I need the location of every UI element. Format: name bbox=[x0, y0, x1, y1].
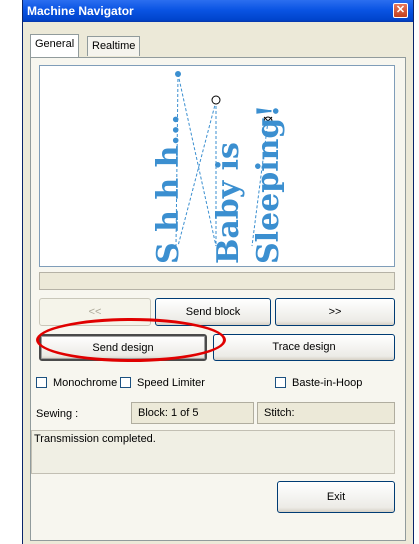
checkbox-box[interactable] bbox=[275, 377, 286, 388]
trace-design-button[interactable]: Trace design bbox=[213, 334, 395, 361]
needle-position-marker bbox=[211, 95, 221, 105]
close-icon: ✕ bbox=[395, 4, 406, 16]
design-text-line-3: Sleeping! bbox=[251, 104, 286, 264]
monochrome-checkbox[interactable]: Monochrome bbox=[36, 377, 117, 391]
block-counter: Block: 1 of 5 bbox=[131, 402, 254, 424]
speed-limiter-label: Speed Limiter bbox=[137, 377, 205, 389]
close-button[interactable]: ✕ bbox=[393, 3, 408, 18]
monochrome-label: Monochrome bbox=[53, 377, 118, 389]
general-tab-panel: S h h h... Baby is Sleeping! << Send blo… bbox=[30, 57, 406, 541]
window-title: Machine Navigator bbox=[27, 4, 134, 18]
tab-realtime[interactable]: Realtime bbox=[87, 36, 141, 56]
speed-limiter-checkbox[interactable]: Speed Limiter bbox=[120, 377, 205, 391]
design-text-line-2: Baby is bbox=[211, 142, 246, 264]
transmission-progress-bar bbox=[39, 272, 395, 290]
status-message: Transmission completed. bbox=[31, 430, 395, 474]
previous-block-button[interactable]: << bbox=[39, 298, 151, 326]
tab-general[interactable]: General bbox=[30, 34, 80, 57]
exit-button[interactable]: Exit bbox=[277, 481, 395, 513]
stitch-counter: Stitch: bbox=[257, 402, 395, 424]
baste-in-hoop-label: Baste-in-Hoop bbox=[292, 377, 363, 389]
checkbox-box[interactable] bbox=[36, 377, 47, 388]
sewing-label: Sewing : bbox=[36, 408, 79, 420]
send-block-button[interactable]: Send block bbox=[155, 298, 271, 326]
next-block-button[interactable]: >> bbox=[275, 298, 395, 326]
title-bar[interactable]: Machine Navigator ✕ bbox=[23, 0, 413, 22]
start-point-marker bbox=[175, 71, 181, 77]
design-preview-canvas: S h h h... Baby is Sleeping! bbox=[151, 71, 286, 264]
design-text-line-1: S h h h... bbox=[151, 114, 186, 264]
machine-navigator-window: Machine Navigator ✕ General Realtime S h… bbox=[22, 0, 414, 544]
design-preview: S h h h... Baby is Sleeping! bbox=[39, 65, 395, 267]
checkbox-box[interactable] bbox=[120, 377, 131, 388]
baste-in-hoop-checkbox[interactable]: Baste-in-Hoop bbox=[275, 377, 362, 391]
send-design-button[interactable]: Send design bbox=[39, 334, 207, 361]
